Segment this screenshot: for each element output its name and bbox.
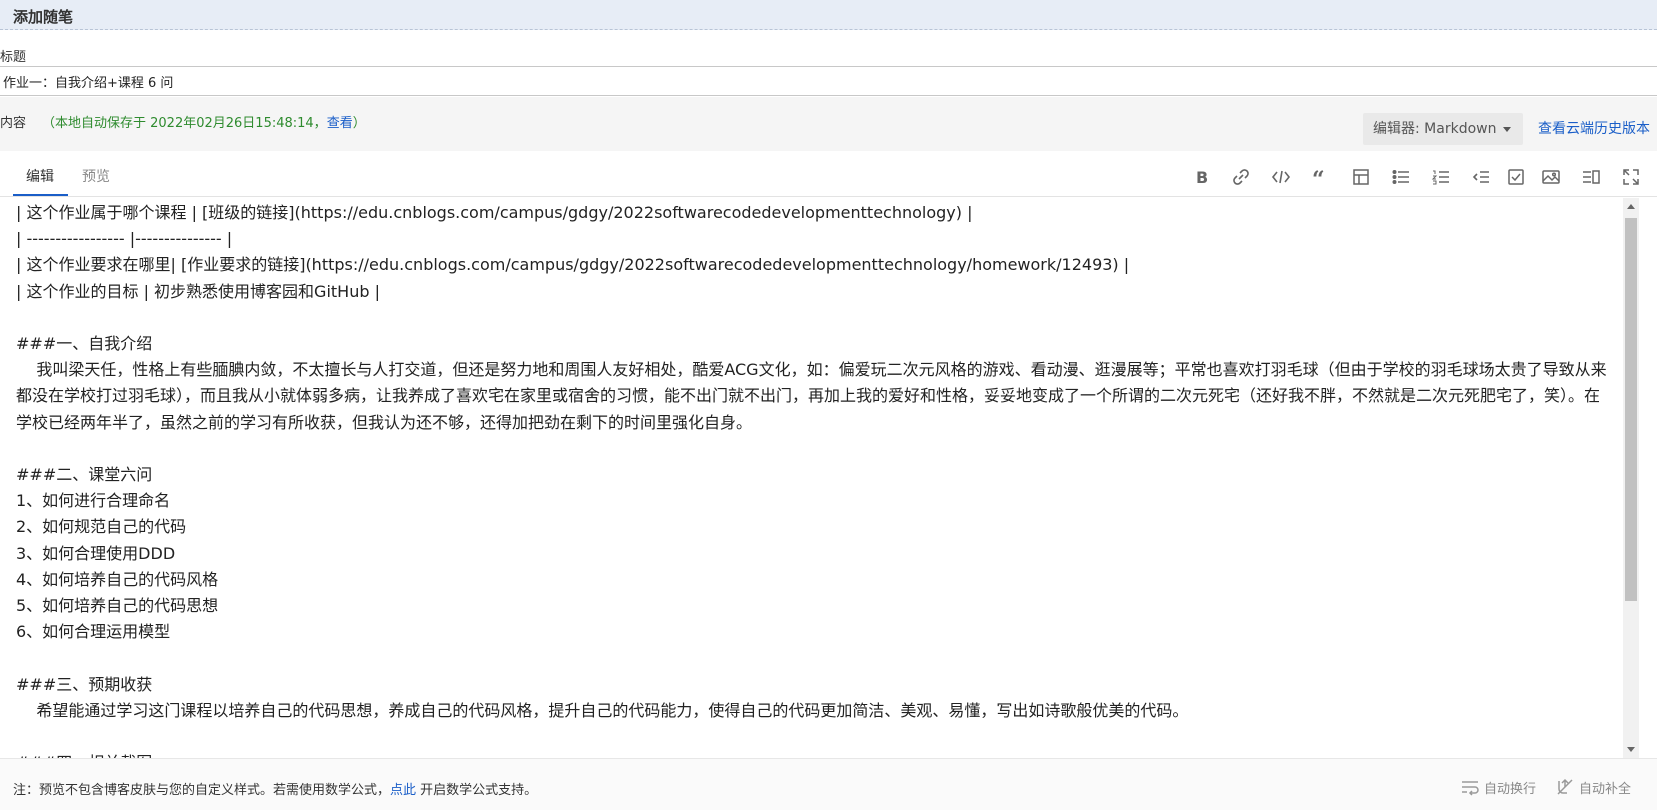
footer-note: 注：预览不包含博客皮肤与您的自定义样式。若需使用数学公式，点此 开启数学公式支持… [13, 779, 537, 798]
title-label: 标题 [0, 50, 27, 65]
enable-math-link[interactable]: 点此 [390, 783, 416, 798]
title-input[interactable] [0, 66, 1657, 96]
chevron-down-icon [1503, 127, 1511, 132]
autosave-text: （本地自动保存于 2022年02月26日15:48:14， [42, 116, 327, 131]
table-icon[interactable] [1350, 166, 1372, 188]
footer-note-suffix: 开启数学公式支持。 [416, 783, 538, 798]
autosave-view-link[interactable]: 查看 [327, 116, 353, 131]
auto-complete-label: 自动补全 [1579, 781, 1632, 797]
unordered-list-icon[interactable] [1390, 166, 1412, 188]
bold-icon[interactable]: B [1190, 166, 1212, 188]
auto-complete-icon [1557, 778, 1573, 795]
image-icon[interactable] [1540, 166, 1562, 188]
autosave-suffix: ） [352, 116, 366, 131]
scroll-down-arrow-icon[interactable] [1627, 747, 1635, 752]
page-header: 添加随笔 [0, 0, 1657, 30]
scroll-up-arrow-icon[interactable] [1627, 204, 1635, 209]
quote-icon[interactable]: “ [1310, 166, 1332, 188]
ordered-list-icon[interactable] [1430, 166, 1452, 188]
auto-wrap-label: 自动换行 [1484, 781, 1537, 797]
autosave-status: （本地自动保存于 2022年02月26日15:48:14，查看） [42, 112, 366, 131]
footer-note-text: 注：预览不包含博客皮肤与您的自定义样式。若需使用数学公式， [13, 783, 391, 798]
tab-edit[interactable]: 编辑 [26, 166, 54, 186]
editor-type-select[interactable]: 编辑器: Markdown [1363, 113, 1523, 145]
page-title: 添加随笔 [13, 8, 74, 26]
link-icon[interactable] [1230, 166, 1252, 188]
checkbox-icon[interactable] [1505, 166, 1527, 188]
auto-wrap-toggle[interactable]: 自动换行 [1460, 777, 1536, 797]
wrap-icon [1462, 781, 1479, 796]
code-icon[interactable] [1270, 166, 1292, 188]
content-label: 内容 [0, 116, 27, 131]
split-view-icon[interactable] [1580, 166, 1602, 188]
editor-scrollbar[interactable] [1623, 198, 1639, 758]
svg-text:“: “ [1312, 167, 1325, 187]
indent-icon[interactable] [1470, 166, 1492, 188]
editor-text[interactable]: | 这个作业属于哪个课程 | [班级的链接](https://edu.cnblo… [16, 200, 1611, 758]
auto-complete-toggle[interactable]: 自动补全 [1555, 777, 1631, 797]
fullscreen-icon[interactable] [1620, 166, 1642, 188]
editor-footer: 注：预览不包含博客皮肤与您的自定义样式。若需使用数学公式，点此 开启数学公式支持… [0, 758, 1657, 810]
scrollbar-thumb[interactable] [1625, 218, 1637, 601]
tab-preview[interactable]: 预览 [82, 166, 110, 186]
active-tab-indicator [13, 194, 68, 196]
svg-text:B: B [1196, 168, 1208, 187]
markdown-editor[interactable]: | 这个作业属于哪个课程 | [班级的链接](https://edu.cnblo… [0, 198, 1622, 758]
cloud-history-link[interactable]: 查看云端历史版本 [1538, 118, 1650, 138]
editor-type-label: 编辑器: Markdown [1373, 121, 1497, 137]
